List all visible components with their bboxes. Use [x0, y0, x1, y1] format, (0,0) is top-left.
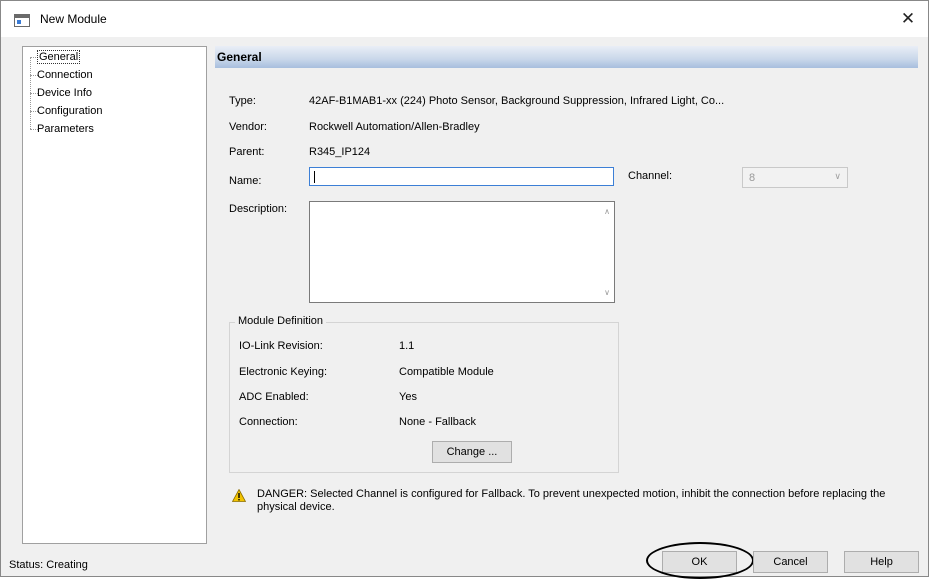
cancel-button[interactable]: Cancel: [753, 551, 828, 573]
type-value: 42AF-B1MAB1-xx (224) Photo Sensor, Backg…: [309, 95, 725, 107]
adc-enabled-value: Yes: [399, 391, 417, 403]
channel-value: 8: [749, 172, 756, 184]
electronic-keying-label: Electronic Keying:: [239, 366, 328, 378]
vendor-label: Vendor:: [229, 121, 267, 133]
panel-header: General: [215, 46, 918, 68]
parent-value: R345_IP124: [309, 146, 371, 158]
channel-select[interactable]: 8 ∨: [742, 167, 848, 188]
tree-item-configuration[interactable]: Configuration: [37, 104, 102, 118]
io-link-revision-label: IO-Link Revision:: [239, 340, 323, 352]
tree-item-device-info[interactable]: Device Info: [37, 86, 92, 100]
name-label: Name:: [229, 175, 262, 187]
vendor-value: Rockwell Automation/Allen-Bradley: [309, 121, 480, 133]
description-textarea[interactable]: ∧ ∨: [309, 201, 615, 303]
scroll-up-icon[interactable]: ∧: [604, 207, 610, 216]
module-window-icon: [14, 14, 30, 27]
channel-label: Channel:: [628, 170, 673, 182]
tree-item-parameters[interactable]: Parameters: [37, 122, 94, 136]
warning-icon: [232, 489, 246, 502]
ok-highlight-circle: [646, 542, 754, 579]
module-definition-legend: Module Definition: [235, 315, 326, 327]
panel-title: General: [217, 50, 262, 64]
adc-enabled-label: ADC Enabled:: [239, 391, 309, 403]
close-icon[interactable]: ✕: [898, 9, 918, 29]
window-title: New Module: [40, 12, 107, 26]
tree-item-connection[interactable]: Connection: [37, 68, 93, 82]
io-link-revision-value: 1.1: [399, 340, 415, 352]
change-button[interactable]: Change ...: [432, 441, 512, 463]
connection-label: Connection:: [239, 416, 298, 428]
description-label: Description:: [229, 203, 288, 215]
new-module-dialog: New Module ✕ General Connection Device I…: [0, 0, 929, 579]
connection-value: None - Fallback: [399, 416, 477, 428]
help-button[interactable]: Help: [844, 551, 919, 573]
danger-message: DANGER: Selected Channel is configured f…: [257, 488, 886, 513]
name-input[interactable]: [309, 167, 614, 186]
scroll-down-icon[interactable]: ∨: [604, 288, 610, 297]
title-bar: New Module ✕: [1, 1, 928, 37]
electronic-keying-value: Compatible Module: [399, 366, 494, 378]
status-text: Status: Creating: [9, 559, 88, 571]
category-tree: General Connection Device Info Configura…: [22, 46, 207, 544]
parent-label: Parent:: [229, 146, 265, 158]
tree-item-general[interactable]: General: [37, 50, 81, 64]
chevron-down-icon: ∨: [834, 171, 841, 181]
type-label: Type:: [229, 95, 256, 107]
